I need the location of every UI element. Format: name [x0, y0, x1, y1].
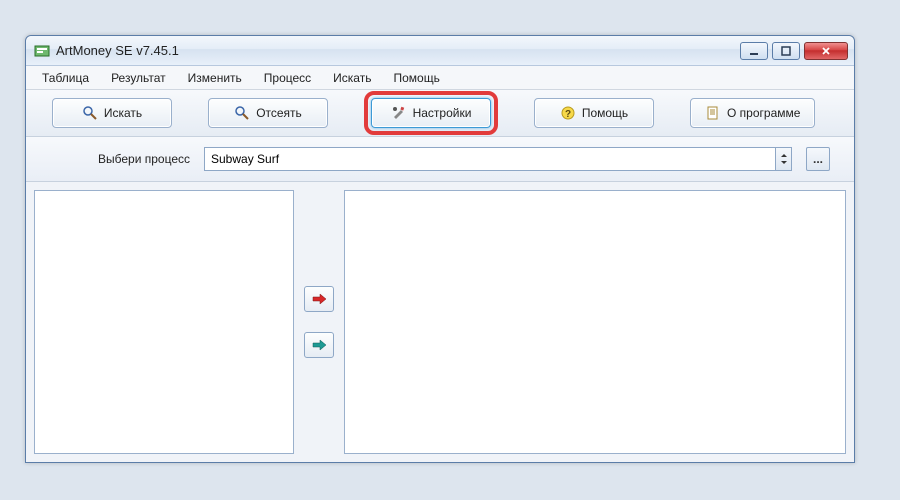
app-icon — [34, 43, 50, 59]
window-title: ArtMoney SE v7.45.1 — [56, 43, 740, 58]
settings-button[interactable]: Настройки — [371, 98, 491, 128]
about-button[interactable]: О программе — [690, 98, 815, 128]
svg-text:?: ? — [565, 109, 571, 120]
arrow-right-red-icon — [311, 292, 327, 306]
search-label: Искать — [104, 106, 142, 120]
menu-process[interactable]: Процесс — [254, 68, 321, 88]
process-select[interactable]: Subway Surf — [204, 147, 792, 171]
help-label: Помощь — [582, 106, 628, 120]
process-row: Выбери процесс Subway Surf ... — [26, 137, 854, 182]
process-value: Subway Surf — [211, 152, 279, 166]
close-button[interactable] — [804, 42, 848, 60]
magnifier-icon — [82, 105, 98, 121]
app-window: ArtMoney SE v7.45.1 Таблица Результат Из… — [25, 35, 855, 463]
window-controls — [740, 42, 848, 60]
results-panel[interactable] — [34, 190, 294, 454]
menu-result[interactable]: Результат — [101, 68, 176, 88]
dropdown-arrow-icon[interactable] — [775, 148, 791, 170]
toolbar: Искать Отсеять Настройки ? Помощь — [26, 90, 854, 137]
menu-edit[interactable]: Изменить — [178, 68, 252, 88]
menu-search[interactable]: Искать — [323, 68, 381, 88]
question-icon: ? — [560, 105, 576, 121]
filter-label: Отсеять — [256, 106, 302, 120]
process-browse-button[interactable]: ... — [806, 147, 830, 171]
menu-table[interactable]: Таблица — [32, 68, 99, 88]
ellipsis-label: ... — [813, 152, 823, 166]
menubar: Таблица Результат Изменить Процесс Искат… — [26, 66, 854, 90]
help-button[interactable]: ? Помощь — [534, 98, 654, 128]
move-right-button[interactable] — [304, 286, 334, 312]
minimize-button[interactable] — [740, 42, 768, 60]
filter-button[interactable]: Отсеять — [208, 98, 328, 128]
search-button[interactable]: Искать — [52, 98, 172, 128]
transfer-column — [300, 190, 338, 454]
table-panel[interactable] — [344, 190, 846, 454]
menu-help[interactable]: Помощь — [383, 68, 449, 88]
settings-highlight: Настройки — [364, 91, 498, 135]
move-all-right-button[interactable] — [304, 332, 334, 358]
about-label: О программе — [727, 106, 800, 120]
settings-label: Настройки — [413, 106, 472, 120]
titlebar[interactable]: ArtMoney SE v7.45.1 — [26, 36, 854, 66]
content-area — [26, 182, 854, 462]
document-icon — [705, 105, 721, 121]
maximize-button[interactable] — [772, 42, 800, 60]
magnifier-icon — [234, 105, 250, 121]
arrow-right-teal-icon — [311, 338, 327, 352]
process-label: Выбери процесс — [50, 152, 190, 166]
tools-icon — [391, 105, 407, 121]
